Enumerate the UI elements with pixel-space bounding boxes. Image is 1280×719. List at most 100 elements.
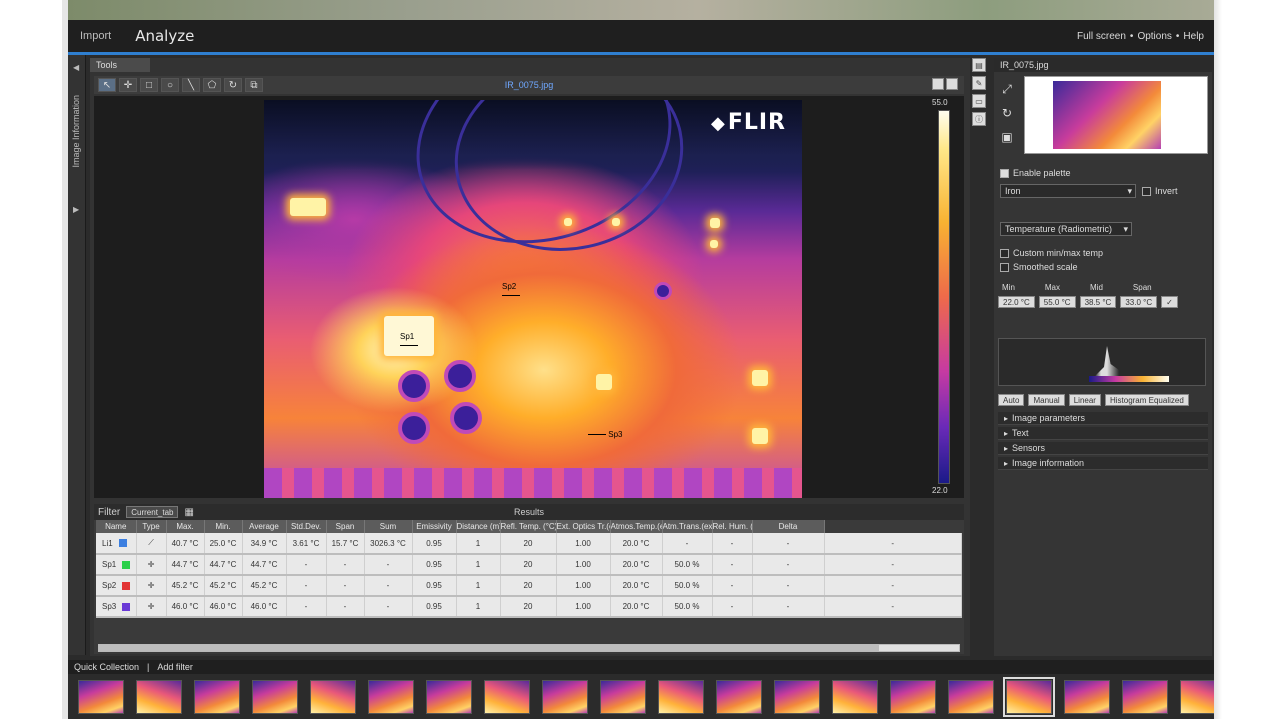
- table-cell: -: [326, 554, 365, 576]
- gallery-thumbnail[interactable]: [1122, 680, 1168, 714]
- restore-window-icon[interactable]: [932, 78, 944, 90]
- accordion-sensors[interactable]: Sensors: [998, 442, 1208, 455]
- note-tool-icon[interactable]: ▭: [972, 94, 986, 108]
- menu-help[interactable]: Help: [1183, 31, 1204, 42]
- quick-collection-label[interactable]: Quick Collection: [74, 662, 139, 672]
- gallery-thumbnail[interactable]: [194, 680, 240, 714]
- column-header[interactable]: Average: [242, 520, 287, 533]
- palette-select[interactable]: Iron: [1000, 184, 1136, 198]
- circle-tool-icon[interactable]: ○: [161, 78, 179, 92]
- horizontal-scrollbar[interactable]: [98, 644, 960, 652]
- document-tab[interactable]: Tools: [90, 58, 150, 72]
- gallery-thumbnail[interactable]: [310, 680, 356, 714]
- thermal-image[interactable]: Sp1 Sp2 Sp3 FLIR: [264, 100, 802, 498]
- gallery-thumbnail[interactable]: [484, 680, 530, 714]
- column-header[interactable]: Std.Dev.: [286, 520, 327, 533]
- spot-tool-icon[interactable]: ✛: [119, 78, 137, 92]
- table-row[interactable]: Sp3 ✛ 46.0 °C 46.0 °C 46.0 °C - - -0.95 1 20 1.00 2…: [96, 596, 962, 618]
- box-tool-icon[interactable]: □: [140, 78, 158, 92]
- invert-checkbox[interactable]: Invert: [1142, 186, 1178, 196]
- accordion-text[interactable]: Text: [998, 427, 1208, 440]
- gallery-thumbnail[interactable]: [1064, 680, 1110, 714]
- column-header[interactable]: Span: [326, 520, 365, 533]
- table-row[interactable]: Sp1 ✛ 44.7 °C 44.7 °C 44.7 °C - - -0.95 1 20 1.00 2…: [96, 554, 962, 576]
- gallery-thumbnail[interactable]: [426, 680, 472, 714]
- column-header[interactable]: Atm.Trans.(ex): [662, 520, 713, 533]
- column-header[interactable]: Emissivity: [412, 520, 457, 533]
- column-header[interactable]: Type: [136, 520, 167, 533]
- column-header[interactable]: Sum: [364, 520, 413, 533]
- min-level-input[interactable]: 22.0 °C: [998, 296, 1035, 308]
- image-thumbnail[interactable]: [1024, 76, 1208, 154]
- column-header[interactable]: Delta: [752, 520, 825, 533]
- linear-button[interactable]: Linear: [1068, 394, 1101, 406]
- menu-options[interactable]: Options: [1137, 31, 1171, 42]
- column-header[interactable]: Distance (m): [456, 520, 501, 533]
- expand-arrow-icon[interactable]: ▶: [73, 205, 79, 214]
- gallery-thumbnail[interactable]: [832, 680, 878, 714]
- gallery-thumbnail[interactable]: [716, 680, 762, 714]
- table-row[interactable]: Sp2 ✛ 45.2 °C 45.2 °C 45.2 °C - - -0.95 1 20 1.00 2…: [96, 575, 962, 597]
- color-scale-bar[interactable]: [938, 110, 950, 484]
- histogram-equalized-button[interactable]: Histogram Equalized: [1104, 394, 1189, 406]
- gallery-thumbnail[interactable]: [948, 680, 994, 714]
- gallery-thumbnail[interactable]: [600, 680, 646, 714]
- gallery-thumbnail[interactable]: [1003, 677, 1055, 717]
- mid-level-input[interactable]: 38.5 °C: [1079, 296, 1117, 308]
- column-header[interactable]: Name: [96, 520, 137, 533]
- column-header[interactable]: Atmos.Temp.(ex): [610, 520, 663, 533]
- table-cell: 1: [456, 596, 501, 618]
- enable-palette-checkbox[interactable]: Enable palette: [1000, 168, 1071, 178]
- add-filter-button[interactable]: Add filter: [157, 662, 193, 672]
- palette-tool-icon[interactable]: ▤: [972, 58, 986, 72]
- line-tool-icon[interactable]: ╲: [182, 78, 200, 92]
- save-icon[interactable]: ▣: [1000, 130, 1014, 144]
- fit-icon[interactable]: ⤢: [1000, 82, 1014, 96]
- rotate-tool-icon[interactable]: ↻: [224, 78, 242, 92]
- accent-line: [68, 52, 1214, 55]
- manual-button[interactable]: Manual: [1028, 394, 1065, 406]
- table-row[interactable]: Li1 ⟋ 40.7 °C 25.0 °C 34.9 °C 3.61 °C 15.7 °C 3…: [96, 533, 962, 555]
- lock-icon[interactable]: ✓: [1161, 296, 1178, 308]
- column-header[interactable]: Refl. Temp. (°C): [500, 520, 557, 533]
- column-header[interactable]: Min.: [204, 520, 243, 533]
- left-collapsed-panel[interactable]: ◀ Image Information ▶: [68, 55, 86, 655]
- mode-select[interactable]: Temperature (Radiometric): [1000, 222, 1132, 236]
- column-header[interactable]: Ext. Optics Tr.(ex): [556, 520, 611, 533]
- gallery-thumbnail[interactable]: [78, 680, 124, 714]
- gallery-thumbnail[interactable]: [542, 680, 588, 714]
- copy-tool-icon[interactable]: ⧉: [245, 78, 263, 92]
- gallery-thumbnail[interactable]: [1180, 680, 1214, 714]
- gallery-thumbnail[interactable]: [658, 680, 704, 714]
- spot-marker-sp3[interactable]: Sp3: [588, 430, 622, 439]
- smoothed-scale-checkbox[interactable]: Smoothed scale: [1000, 262, 1078, 272]
- custom-minmax-checkbox[interactable]: Custom min/max temp: [1000, 248, 1103, 258]
- measure-tool-icon[interactable]: ✎: [972, 76, 986, 90]
- span-level-input[interactable]: 33.0 °C: [1120, 296, 1158, 308]
- gallery-thumbnail[interactable]: [890, 680, 936, 714]
- menu-analyze[interactable]: Analyze: [123, 27, 206, 45]
- gallery-thumbnail[interactable]: [136, 680, 182, 714]
- polygon-tool-icon[interactable]: ⬠: [203, 78, 221, 92]
- accordion-image-parameters[interactable]: Image parameters: [998, 412, 1208, 425]
- cursor-tool-icon[interactable]: ↖: [98, 78, 116, 92]
- close-window-icon[interactable]: [946, 78, 958, 90]
- image-viewer[interactable]: Sp1 Sp2 Sp3 FLIR 55.0 22.0: [94, 96, 964, 498]
- info-tool-icon[interactable]: ⓘ: [972, 112, 986, 126]
- expand-arrow-icon[interactable]: ◀: [73, 63, 79, 72]
- table-cell: 50.0 %: [662, 554, 713, 576]
- histogram[interactable]: [998, 338, 1206, 386]
- spot-marker-sp2[interactable]: Sp2: [502, 282, 520, 300]
- column-header[interactable]: Rel. Hum. (%): [712, 520, 753, 533]
- rotate-icon[interactable]: ↻: [1000, 106, 1014, 120]
- accordion-image-information[interactable]: Image information: [998, 457, 1208, 470]
- column-header[interactable]: Max.: [166, 520, 205, 533]
- auto-button[interactable]: Auto: [998, 394, 1025, 406]
- spot-marker-sp1[interactable]: Sp1: [400, 332, 418, 350]
- gallery-thumbnail[interactable]: [368, 680, 414, 714]
- menu-fullscreen[interactable]: Full screen: [1077, 31, 1126, 42]
- max-level-input[interactable]: 55.0 °C: [1038, 296, 1076, 308]
- gallery-thumbnail[interactable]: [252, 680, 298, 714]
- menu-import[interactable]: Import: [68, 30, 123, 42]
- gallery-thumbnail[interactable]: [774, 680, 820, 714]
